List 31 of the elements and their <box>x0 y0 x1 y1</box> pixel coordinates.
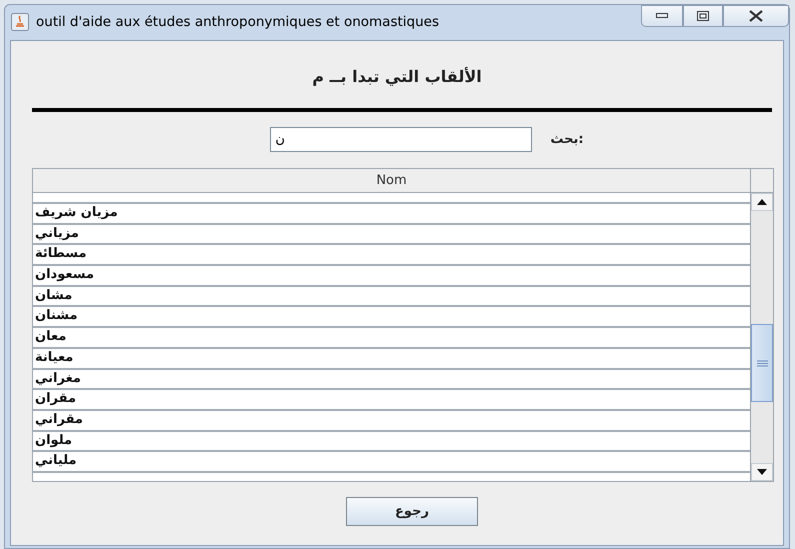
table-cell-text: مزيان شريف <box>35 204 118 222</box>
search-field[interactable]: ن <box>270 127 532 152</box>
table-cell-text: مسعودان <box>35 266 94 284</box>
page-heading: الألقاب التي تبدا بــ م <box>311 66 483 88</box>
scroll-down-button[interactable] <box>751 463 773 481</box>
table-cell-text: مقران <box>35 390 76 408</box>
maximize-button[interactable] <box>683 5 723 27</box>
table-cell-text: مقراني <box>35 410 83 429</box>
close-button[interactable] <box>723 5 789 27</box>
up-arrow-icon <box>757 199 767 205</box>
back-button[interactable]: رجوع <box>346 497 478 526</box>
table-cell-text: مسطائة <box>35 245 87 264</box>
maximize-icon <box>697 11 709 21</box>
table-cell-text: مزياني <box>35 224 79 243</box>
table-cell-text: مشنان <box>35 307 78 326</box>
table-cell-text: مشان <box>35 286 72 305</box>
column-header[interactable]: Nom <box>33 169 750 193</box>
table-cell-text: ملوان <box>35 432 72 450</box>
down-arrow-icon <box>757 469 767 475</box>
window-title: outil d'aide aux études anthroponymiques et onomastiques <box>36 12 439 32</box>
search-label: بحث: <box>550 130 584 149</box>
scrollbar-thumb[interactable] <box>751 324 773 402</box>
table-cell-text: ملياني <box>35 452 77 470</box>
app-icon <box>11 13 29 31</box>
minimize-icon <box>656 13 668 19</box>
table-cell-text: مغراني <box>35 370 81 388</box>
minimize-button[interactable] <box>641 5 683 27</box>
scroll-up-button[interactable] <box>751 193 773 211</box>
table-cell-text: معيانة <box>35 348 74 367</box>
close-icon <box>748 10 764 22</box>
table-cell-text: معان <box>35 328 66 346</box>
